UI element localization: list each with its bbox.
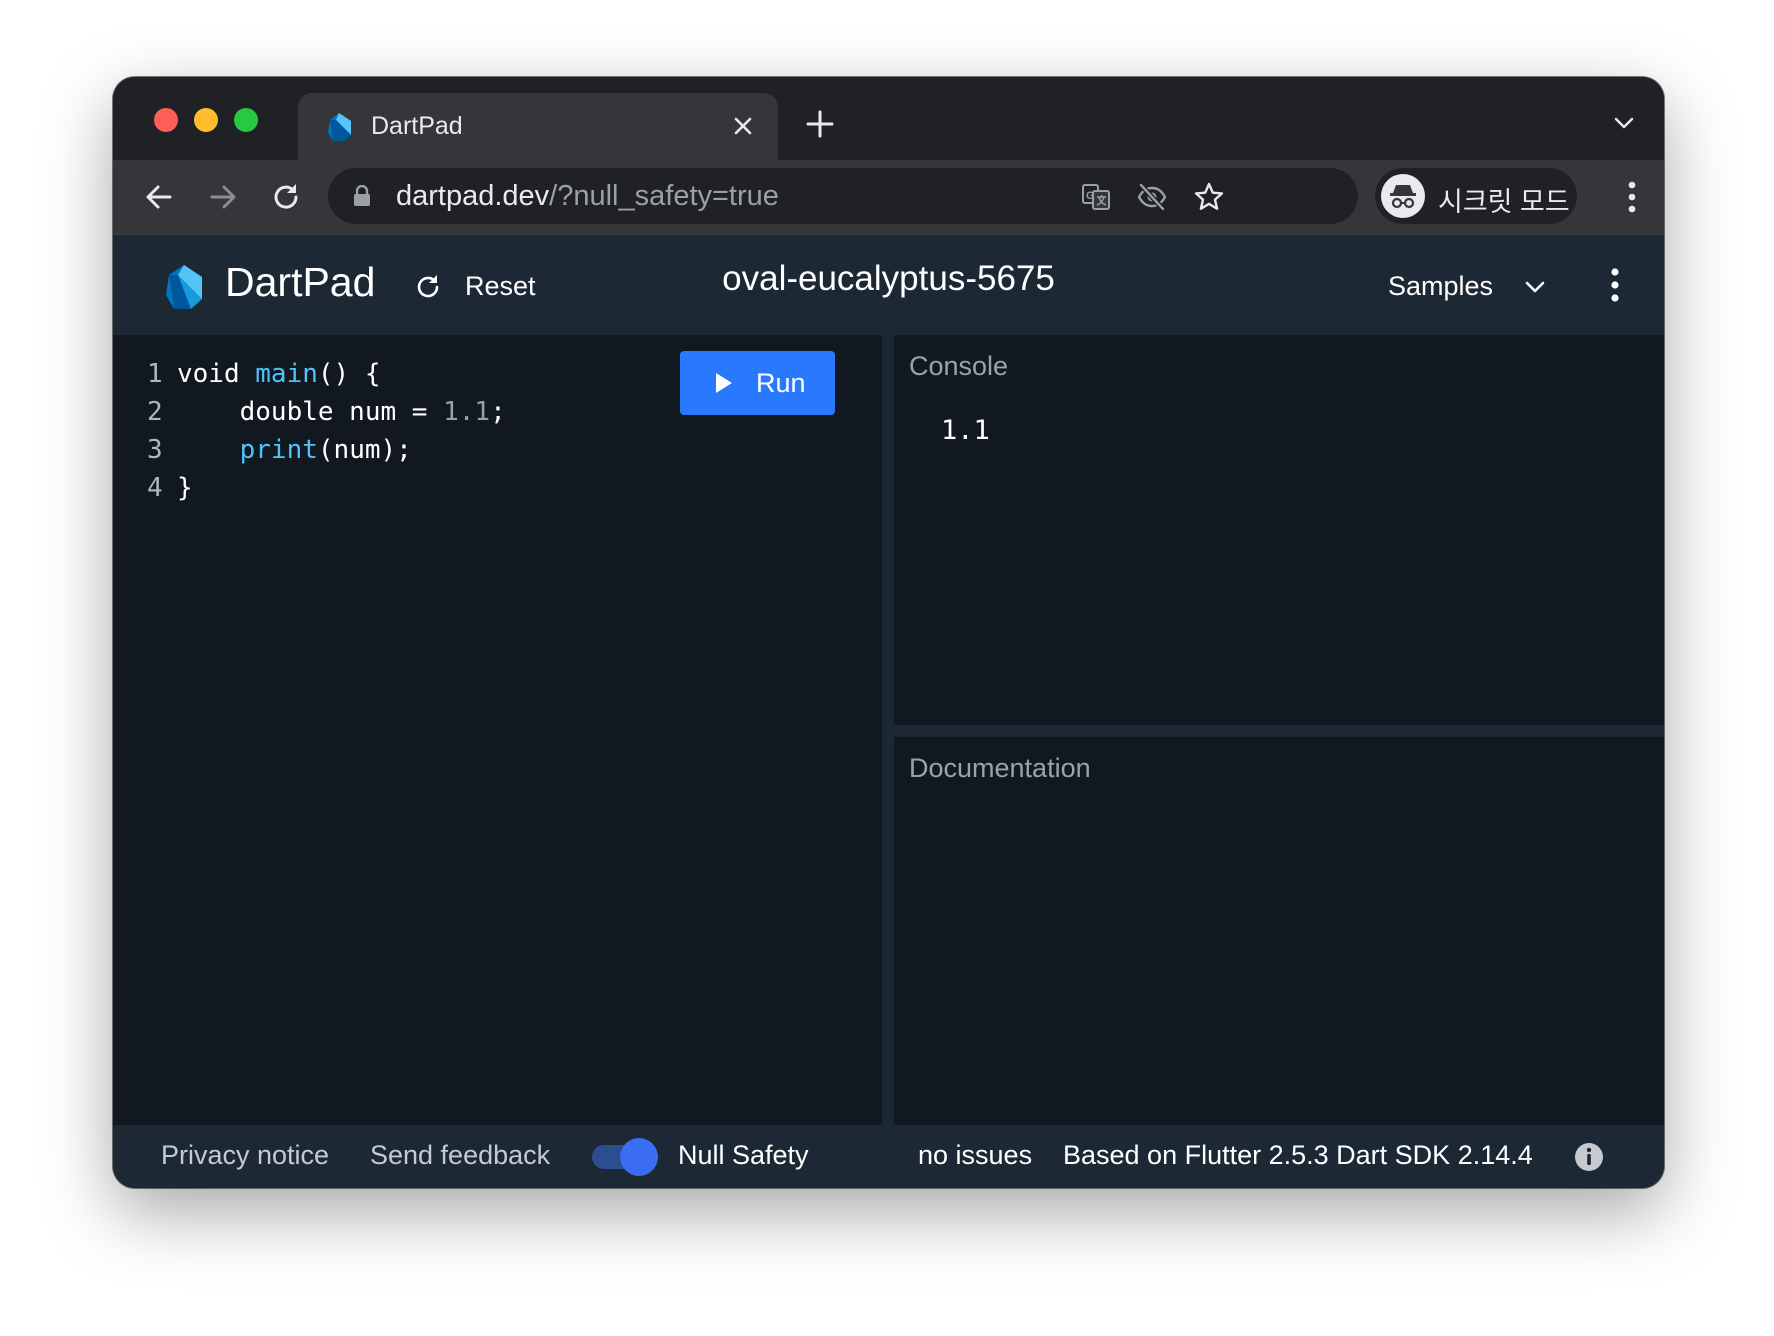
translate-icon[interactable]: G [1080,181,1112,213]
documentation-title: Documentation [909,753,1091,783]
more-vert-icon[interactable] [1610,265,1620,305]
tab-title: DartPad [371,112,463,140]
code-line: 1 void main() { [147,355,506,393]
dartpad-header: DartPad Reset oval-eucalyptus-5675 Sampl… [113,234,1664,336]
lock-icon [354,185,370,206]
run-button[interactable]: Run [680,351,835,415]
vertical-splitter[interactable] [882,335,894,1125]
send-feedback-link[interactable]: Send feedback [370,1140,550,1171]
code-token-number: 1.1 [443,397,491,427]
samples-label: Samples [1388,271,1494,301]
reload-icon[interactable] [267,178,305,216]
url-path: /?null_safety=true [549,180,779,212]
chevron-down-icon[interactable] [1612,113,1636,133]
console-pane: Console 1.1 [894,335,1664,725]
info-icon[interactable] [1573,1141,1605,1173]
chevron-down-icon [1525,281,1545,293]
code-token: ; [490,397,506,427]
eye-off-icon[interactable] [1136,181,1168,213]
code-line: 2 double num = 1.1; [147,393,506,431]
toggle-knob [620,1138,658,1176]
code-token: } [177,473,193,503]
minimize-window-button[interactable] [194,108,218,132]
maximize-window-button[interactable] [234,108,258,132]
close-icon[interactable] [728,111,758,141]
svg-text:G: G [1086,190,1095,202]
incognito-profile-button[interactable]: 시크릿 모드 [1375,168,1577,224]
line-number: 3 [147,435,163,465]
code-line: 4} [147,469,506,507]
plus-icon[interactable] [803,107,837,141]
issues-status[interactable]: no issues [918,1140,1032,1171]
code-line: 3 print(num); [147,431,506,469]
null-safety-toggle[interactable] [590,1138,658,1176]
code-token: void [177,359,256,389]
run-label: Run [756,368,806,398]
version-info: Based on Flutter 2.5.3 Dart SDK 2.14.4 [1063,1140,1533,1170]
dart-logo-icon [328,113,351,141]
console-output: 1.1 [941,415,990,446]
url-host: dartpad.dev [396,180,550,212]
address-bar[interactable]: dartpad.dev/?null_safety=true G [328,168,1358,224]
browser-toolbar: dartpad.dev/?null_safety=true G 시크릿 모드 [113,160,1664,234]
console-title: Console [909,351,1009,381]
play-icon [716,373,732,393]
close-window-button[interactable] [154,108,178,132]
browser-tab[interactable]: DartPad [298,93,778,160]
incognito-label: 시크릿 모드 [1438,187,1570,217]
line-number: 4 [147,473,163,503]
code-lines[interactable]: 1 void main() {2 double num = 1.1; 3 print… [147,355,506,507]
status-footer: Privacy notice Send feedback Null Safety… [113,1125,1664,1188]
null-safety-label: Null Safety [678,1140,809,1170]
line-number: 2 [147,397,163,427]
back-arrow-icon[interactable] [140,178,178,216]
browser-window: DartPad dartpad.dev/?null_safety=true G … [113,77,1664,1188]
code-token-function: main [255,359,318,389]
tab-strip: DartPad [113,77,1664,160]
code-token: () { [317,359,381,389]
forward-arrow-icon[interactable] [204,178,242,216]
url-text: dartpad.dev/?null_safety=true [396,180,779,213]
code-editor[interactable]: 1 void main() {2 double num = 1.1; 3 print… [113,335,882,1125]
line-number: 1 [147,359,163,389]
incognito-icon [1381,174,1425,218]
horizontal-splitter[interactable] [894,725,1664,737]
more-vert-icon[interactable] [1628,178,1636,216]
code-token: double num = [177,397,444,427]
star-icon[interactable] [1193,181,1225,213]
code-token-function: print [239,435,318,465]
documentation-pane: Documentation [894,737,1664,1125]
code-token: (num); [317,435,412,465]
privacy-notice-link[interactable]: Privacy notice [161,1140,329,1171]
